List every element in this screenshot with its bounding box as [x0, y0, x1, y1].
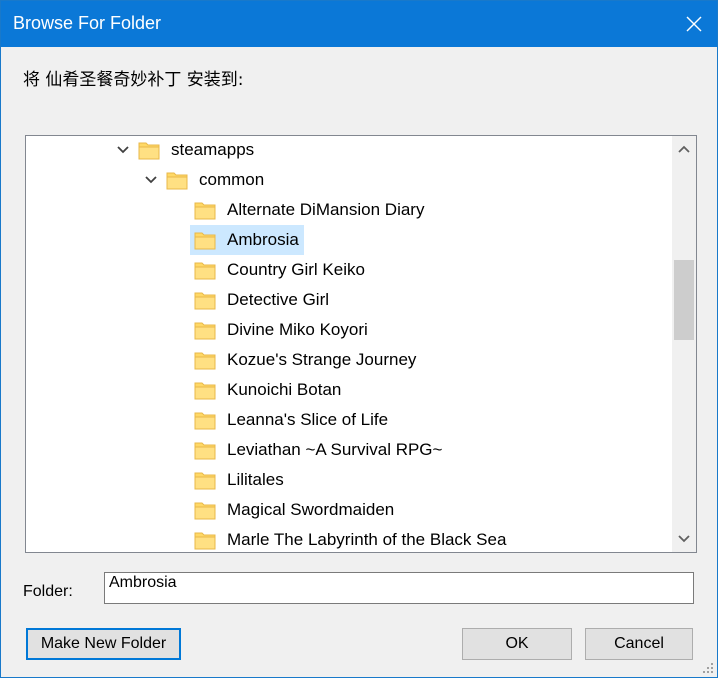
folder-icon	[194, 232, 216, 250]
folder-icon	[194, 442, 216, 460]
tree-item[interactable]: steamapps	[112, 136, 259, 165]
tree-item-label: Leanna's Slice of Life	[227, 410, 389, 429]
folder-icon	[194, 382, 216, 400]
folder-tree-list: steamapps common Alternate DiMansion Dia…	[26, 136, 670, 552]
tree-item[interactable]: common	[140, 165, 269, 195]
close-button[interactable]	[671, 1, 717, 47]
tree-item[interactable]: Leanna's Slice of Life	[168, 405, 393, 435]
ok-button[interactable]: OK	[462, 628, 572, 660]
chevron-down-icon	[117, 146, 129, 154]
tree-item-label: Alternate DiMansion Diary	[227, 200, 425, 219]
expand-toggle	[168, 405, 190, 435]
tree-item[interactable]: Ambrosia	[168, 225, 304, 255]
folder-icon	[166, 172, 188, 190]
folder-icon	[194, 322, 216, 340]
tree-item-label: Lilitales	[227, 470, 284, 489]
tree-item-label: Country Girl Keiko	[227, 260, 365, 279]
tree-item-label: common	[199, 170, 265, 189]
folder-icon	[194, 292, 216, 310]
tree-item-label: Divine Miko Koyori	[227, 320, 368, 339]
expand-toggle[interactable]	[140, 165, 162, 195]
folder-tree[interactable]: steamapps common Alternate DiMansion Dia…	[25, 135, 697, 553]
tree-item-label: Kunoichi Botan	[227, 380, 342, 399]
expand-toggle	[168, 225, 190, 255]
folder-name-input[interactable]	[104, 572, 694, 604]
folder-icon	[194, 502, 216, 520]
tree-item-label: steamapps	[171, 140, 255, 159]
folder-icon	[194, 202, 216, 220]
close-icon	[686, 16, 702, 32]
chevron-down-icon	[145, 176, 157, 184]
tree-item-label: Leviathan ~A Survival RPG~	[227, 440, 443, 459]
scroll-up-button[interactable]	[672, 136, 696, 162]
folder-icon	[194, 262, 216, 280]
expand-toggle	[168, 255, 190, 285]
tree-item-label: Marle The Labyrinth of the Black Sea	[227, 530, 507, 549]
tree-item[interactable]: Kozue's Strange Journey	[168, 345, 421, 375]
scroll-down-button[interactable]	[672, 526, 696, 552]
tree-item[interactable]: Country Girl Keiko	[168, 255, 370, 285]
expand-toggle	[168, 525, 190, 552]
browse-for-folder-dialog: Browse For Folder 将 仙肴圣餐奇妙补丁 安装到: steama…	[0, 0, 718, 678]
tree-item[interactable]: Marle The Labyrinth of the Black Sea	[168, 525, 511, 552]
title-bar[interactable]: Browse For Folder	[1, 1, 717, 47]
expand-toggle	[168, 435, 190, 465]
instruction-text: 将 仙肴圣餐奇妙补丁 安装到:	[23, 70, 244, 90]
expand-toggle	[168, 345, 190, 375]
tree-item[interactable]: Lilitales	[168, 465, 289, 495]
tree-item-label: Ambrosia	[227, 230, 299, 249]
folder-icon	[194, 472, 216, 490]
chevron-up-icon	[678, 145, 690, 153]
expand-toggle	[168, 375, 190, 405]
vertical-scrollbar[interactable]	[672, 136, 696, 552]
tree-item-label: Detective Girl	[227, 290, 330, 309]
expand-toggle	[168, 495, 190, 525]
folder-icon	[194, 412, 216, 430]
tree-item[interactable]: Detective Girl	[168, 285, 334, 315]
tree-item[interactable]: Divine Miko Koyori	[168, 315, 373, 345]
cancel-button[interactable]: Cancel	[585, 628, 693, 660]
make-new-folder-button[interactable]: Make New Folder	[26, 628, 181, 660]
folder-icon	[194, 532, 216, 550]
tree-item-label: Kozue's Strange Journey	[227, 350, 417, 369]
expand-toggle[interactable]	[112, 136, 134, 165]
window-title: Browse For Folder	[13, 13, 162, 33]
tree-item[interactable]: Kunoichi Botan	[168, 375, 346, 405]
expand-toggle	[168, 285, 190, 315]
folder-icon	[138, 142, 160, 160]
tree-item[interactable]: Magical Swordmaiden	[168, 495, 399, 525]
expand-toggle	[168, 195, 190, 225]
expand-toggle	[168, 465, 190, 495]
chevron-down-icon	[678, 535, 690, 543]
expand-toggle	[168, 315, 190, 345]
tree-item-label: Magical Swordmaiden	[227, 500, 395, 519]
scrollbar-thumb[interactable]	[674, 260, 694, 340]
tree-item[interactable]: Alternate DiMansion Diary	[168, 195, 429, 225]
folder-field-label: Folder:	[23, 583, 73, 600]
folder-icon	[194, 352, 216, 370]
resize-grip-icon[interactable]	[702, 662, 714, 674]
tree-item[interactable]: Leviathan ~A Survival RPG~	[168, 435, 447, 465]
